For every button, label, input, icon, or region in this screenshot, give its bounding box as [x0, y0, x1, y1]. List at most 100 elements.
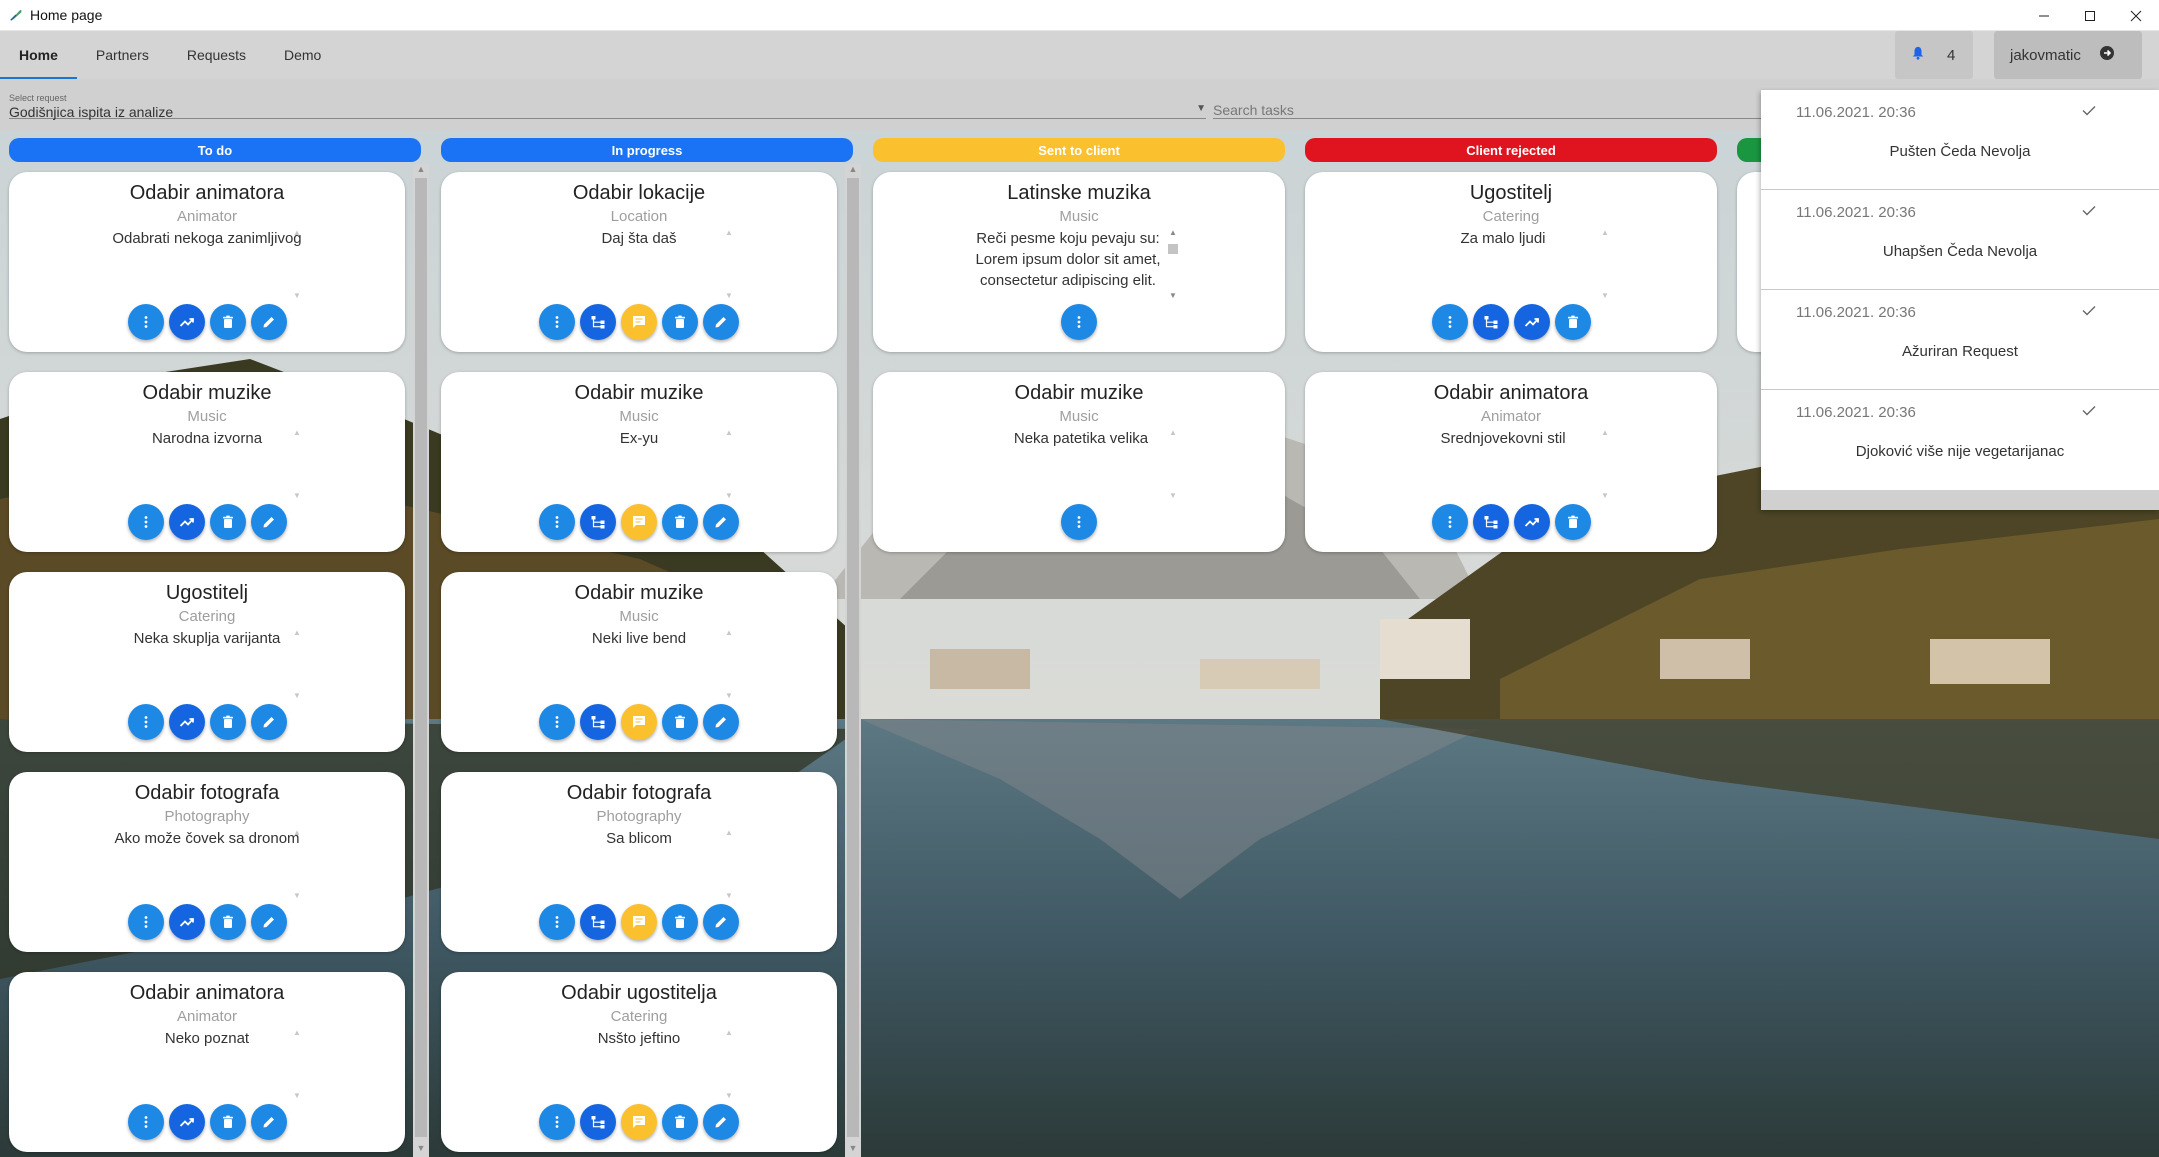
card-scrollbar[interactable]: ▲ ▼ [1165, 228, 1181, 300]
scroll-down-icon[interactable]: ▼ [721, 491, 737, 500]
card-scrollbar[interactable]: ▲ ▼ [289, 628, 305, 700]
trending-button[interactable] [168, 704, 205, 740]
tab-demo[interactable]: Demo [265, 31, 340, 79]
subtasks-button[interactable] [580, 904, 616, 940]
scroll-up-icon[interactable]: ▲ [845, 164, 861, 178]
scroll-down-icon[interactable]: ▼ [1165, 291, 1181, 300]
scroll-up-icon[interactable]: ▲ [413, 164, 429, 178]
edit-button[interactable] [250, 704, 287, 740]
check-icon[interactable] [2081, 102, 2097, 118]
maximize-icon[interactable] [2067, 0, 2113, 31]
subtasks-button[interactable] [580, 504, 616, 540]
comment-button[interactable] [621, 304, 657, 340]
edit-button[interactable] [703, 904, 739, 940]
card-scrollbar[interactable]: ▲ ▼ [289, 428, 305, 500]
task-card[interactable]: Ugostitelj Catering Za malo ljudi ▲ ▼ [1305, 172, 1717, 352]
scroll-up-icon[interactable]: ▲ [721, 828, 737, 837]
task-card[interactable]: Odabir animatora Animator Odabrati nekog… [9, 172, 405, 352]
trending-button[interactable] [168, 304, 205, 340]
scroll-up-icon[interactable]: ▲ [1597, 428, 1613, 437]
card-scrollbar[interactable]: ▲ ▼ [721, 428, 737, 500]
delete-button[interactable] [209, 304, 246, 340]
delete-button[interactable] [1554, 504, 1591, 540]
edit-button[interactable] [250, 1104, 287, 1140]
scroll-thumb[interactable] [847, 178, 859, 1137]
scroll-down-icon[interactable]: ▼ [289, 691, 305, 700]
tab-partners[interactable]: Partners [77, 31, 168, 79]
scroll-up-icon[interactable]: ▲ [1597, 228, 1613, 237]
more-button[interactable] [1061, 504, 1097, 540]
edit-button[interactable] [703, 1104, 739, 1140]
task-card[interactable]: Odabir muzike Music Narodna izvorna ▲ ▼ [9, 372, 405, 552]
scroll-up-icon[interactable]: ▲ [289, 1028, 305, 1037]
scroll-up-icon[interactable]: ▲ [721, 628, 737, 637]
comment-button[interactable] [621, 704, 657, 740]
subtasks-button[interactable] [1472, 504, 1509, 540]
minimize-icon[interactable] [2021, 0, 2067, 31]
card-scrollbar[interactable]: ▲ ▼ [289, 1028, 305, 1100]
more-button[interactable] [1061, 304, 1097, 340]
more-button[interactable] [127, 504, 164, 540]
tab-requests[interactable]: Requests [168, 31, 265, 79]
more-button[interactable] [127, 304, 164, 340]
delete-button[interactable] [662, 504, 698, 540]
notification-item[interactable]: 11.06.2021. 20:36 Pušten Čeda Nevolja [1761, 90, 2159, 190]
card-scrollbar[interactable]: ▲ ▼ [1597, 228, 1613, 300]
scroll-down-icon[interactable]: ▼ [413, 1143, 429, 1157]
card-scrollbar[interactable]: ▲ ▼ [1597, 428, 1613, 500]
edit-button[interactable] [703, 304, 739, 340]
trending-button[interactable] [168, 1104, 205, 1140]
comment-button[interactable] [621, 904, 657, 940]
task-card[interactable]: Odabir muzike Music Neki live bend ▲ ▼ [441, 572, 837, 752]
check-icon[interactable] [2081, 402, 2097, 418]
card-scrollbar[interactable]: ▲ ▼ [721, 628, 737, 700]
more-button[interactable] [539, 304, 575, 340]
request-select[interactable]: Select request Godišnjica ispita iz anal… [9, 91, 1206, 120]
check-icon[interactable] [2081, 302, 2097, 318]
scroll-down-icon[interactable]: ▼ [721, 891, 737, 900]
more-button[interactable] [127, 904, 164, 940]
task-card[interactable]: Odabir animatora Animator Neko poznat ▲ ▼ [9, 972, 405, 1152]
card-scrollbar[interactable]: ▲ ▼ [721, 828, 737, 900]
trending-button[interactable] [1513, 504, 1550, 540]
scroll-down-icon[interactable]: ▼ [1597, 491, 1613, 500]
edit-button[interactable] [703, 504, 739, 540]
delete-button[interactable] [662, 1104, 698, 1140]
delete-button[interactable] [209, 704, 246, 740]
card-scrollbar[interactable]: ▲ ▼ [289, 828, 305, 900]
scroll-down-icon[interactable]: ▼ [289, 291, 305, 300]
card-scrollbar[interactable]: ▲ ▼ [721, 1028, 737, 1100]
more-button[interactable] [539, 1104, 575, 1140]
notification-item[interactable]: 11.06.2021. 20:36 Ažuriran Request [1761, 290, 2159, 390]
more-button[interactable] [539, 704, 575, 740]
card-scrollbar[interactable]: ▲ ▼ [289, 228, 305, 300]
edit-button[interactable] [250, 904, 287, 940]
task-card[interactable]: Ugostitelj Catering Neka skuplja varijan… [9, 572, 405, 752]
subtasks-button[interactable] [580, 704, 616, 740]
scroll-down-icon[interactable]: ▼ [845, 1143, 861, 1157]
card-scrollbar[interactable]: ▲ ▼ [721, 228, 737, 300]
scroll-down-icon[interactable]: ▼ [721, 291, 737, 300]
check-icon[interactable] [2081, 202, 2097, 218]
scroll-up-icon[interactable]: ▲ [721, 1028, 737, 1037]
delete-button[interactable] [662, 704, 698, 740]
notifications-button[interactable]: 4 [1895, 31, 1973, 79]
trending-button[interactable] [168, 904, 205, 940]
more-button[interactable] [127, 1104, 164, 1140]
task-card[interactable]: Odabir ugostitelja Catering Nsšto jeftin… [441, 972, 837, 1152]
subtasks-button[interactable] [580, 304, 616, 340]
scroll-up-icon[interactable]: ▲ [289, 828, 305, 837]
more-button[interactable] [1431, 504, 1468, 540]
trending-button[interactable] [1513, 304, 1550, 340]
scroll-up-icon[interactable]: ▲ [289, 428, 305, 437]
task-card[interactable]: Odabir fotografa Photography Ako može čo… [9, 772, 405, 952]
scroll-up-icon[interactable]: ▲ [721, 428, 737, 437]
scroll-down-icon[interactable]: ▼ [289, 891, 305, 900]
edit-button[interactable] [250, 504, 287, 540]
scroll-down-icon[interactable]: ▼ [721, 1091, 737, 1100]
notification-item[interactable]: 11.06.2021. 20:36 Uhapšen Čeda Nevolja [1761, 190, 2159, 290]
task-card[interactable]: Odabir animatora Animator Srednjovekovni… [1305, 372, 1717, 552]
column-scrollbar-todo[interactable]: ▲ ▼ [413, 164, 429, 1157]
task-card[interactable]: Odabir lokacije Location Daj šta daš ▲ ▼ [441, 172, 837, 352]
task-card[interactable]: Latinske muzika Music Reči pesme koju pe… [873, 172, 1285, 352]
